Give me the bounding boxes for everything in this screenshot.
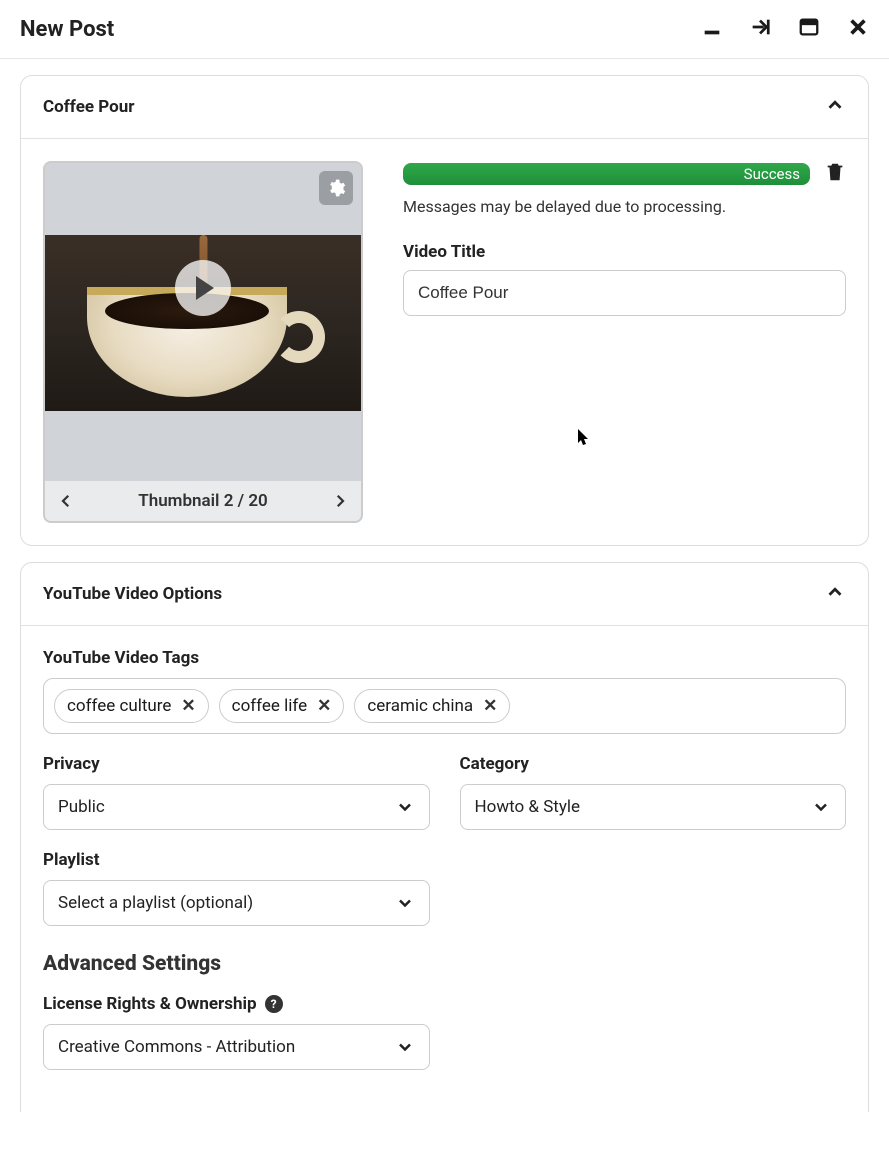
tag-text: coffee life — [232, 696, 307, 716]
category-value: Howto & Style — [475, 797, 581, 817]
chevron-down-icon — [395, 1037, 415, 1057]
video-panel-header[interactable]: Coffee Pour — [21, 76, 868, 139]
category-label: Category — [460, 754, 847, 774]
thumb-next-button[interactable] — [331, 492, 349, 510]
dock-right-icon[interactable] — [749, 16, 771, 42]
progress-label: Success — [744, 165, 800, 183]
chevron-down-icon — [395, 893, 415, 913]
thumbnail-settings-button[interactable] — [319, 171, 353, 205]
thumbnail-nav: Thumbnail 2 / 20 — [45, 481, 361, 521]
tags-input[interactable]: coffee culture ✕ coffee life ✕ ceramic c… — [43, 678, 846, 734]
playlist-label: Playlist — [43, 850, 430, 870]
header-actions — [701, 16, 869, 42]
license-select[interactable]: Creative Commons - Attribution — [43, 1024, 430, 1070]
privacy-select[interactable]: Public — [43, 784, 430, 830]
options-panel-header[interactable]: YouTube Video Options — [21, 563, 868, 626]
license-label: License Rights & Ownership — [43, 994, 257, 1014]
modal-title: New Post — [20, 17, 114, 42]
tag-remove-icon[interactable]: ✕ — [483, 696, 497, 716]
chevron-down-icon — [395, 797, 415, 817]
upload-progress-bar: Success — [403, 163, 810, 185]
chevron-up-icon — [824, 94, 846, 120]
chevron-down-icon — [811, 797, 831, 817]
options-panel-body: YouTube Video Tags coffee culture ✕ coff… — [21, 626, 868, 1112]
video-title-input[interactable] — [403, 270, 846, 316]
tag-text: ceramic china — [367, 696, 473, 716]
modal-header: New Post — [0, 0, 889, 59]
mouse-cursor — [578, 429, 590, 447]
options-panel-title: YouTube Video Options — [43, 584, 222, 604]
thumbnail-preview[interactable] — [45, 163, 361, 413]
minimize-icon[interactable] — [701, 16, 723, 42]
thumbnail-counter: Thumbnail 2 / 20 — [138, 491, 268, 511]
maximize-icon[interactable] — [797, 16, 821, 42]
playlist-select[interactable]: Select a playlist (optional) — [43, 880, 430, 926]
video-panel-title: Coffee Pour — [43, 97, 134, 117]
advanced-settings-heading: Advanced Settings — [43, 952, 846, 976]
playlist-value: Select a playlist (optional) — [58, 893, 253, 913]
tags-label: YouTube Video Tags — [43, 648, 846, 668]
tag-chip: ceramic china ✕ — [354, 689, 510, 723]
privacy-value: Public — [58, 797, 105, 817]
play-icon[interactable] — [175, 260, 231, 316]
trash-icon — [824, 161, 846, 183]
thumbnail-column: Thumbnail 2 / 20 — [43, 161, 363, 523]
video-panel: Coffee Pour — [20, 75, 869, 546]
license-value: Creative Commons - Attribution — [58, 1037, 295, 1057]
gear-icon — [326, 178, 346, 198]
options-panel: YouTube Video Options YouTube Video Tags… — [20, 562, 869, 1112]
close-icon[interactable] — [847, 16, 869, 42]
delete-video-button[interactable] — [824, 161, 846, 187]
tag-chip: coffee life ✕ — [219, 689, 345, 723]
video-panel-body: Thumbnail 2 / 20 Success — [21, 139, 868, 545]
thumbnail-card: Thumbnail 2 / 20 — [43, 161, 363, 523]
help-icon[interactable]: ? — [265, 995, 283, 1013]
thumbnail-filler — [45, 413, 361, 481]
tag-remove-icon[interactable]: ✕ — [181, 696, 195, 716]
thumb-prev-button[interactable] — [57, 492, 75, 510]
video-info-column: Success Messages may be delayed due to p… — [403, 161, 846, 316]
video-title-label: Video Title — [403, 242, 846, 262]
chevron-up-icon — [824, 581, 846, 607]
tag-text: coffee culture — [67, 696, 171, 716]
processing-message: Messages may be delayed due to processin… — [403, 197, 846, 216]
tag-remove-icon[interactable]: ✕ — [317, 696, 331, 716]
privacy-label: Privacy — [43, 754, 430, 774]
category-select[interactable]: Howto & Style — [460, 784, 847, 830]
tag-chip: coffee culture ✕ — [54, 689, 209, 723]
